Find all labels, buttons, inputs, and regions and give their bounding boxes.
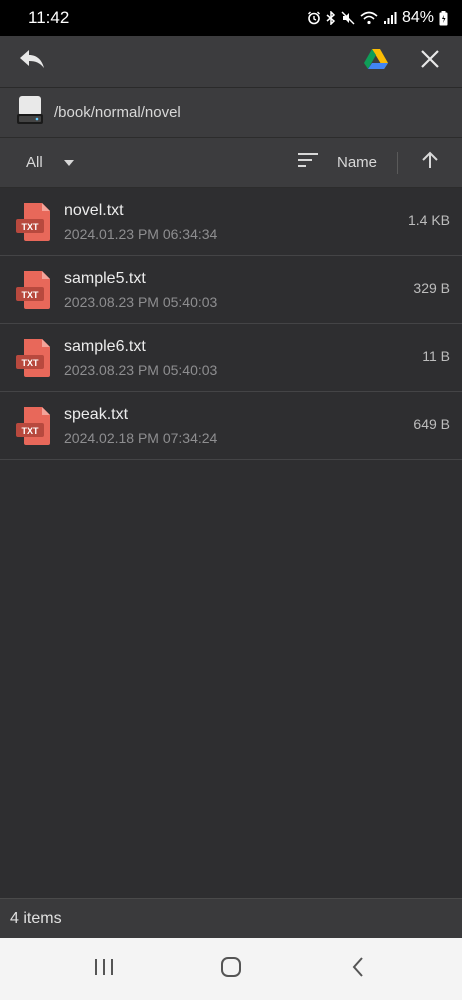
txt-file-icon: TXT — [15, 202, 53, 242]
toolbar-right — [358, 44, 448, 80]
back-nav-button[interactable] — [328, 944, 388, 994]
home-button[interactable] — [201, 944, 261, 994]
txt-file-icon: TXT — [15, 270, 53, 310]
path-bar: /book/normal/novel — [0, 88, 462, 138]
sort-direction-button[interactable] — [398, 138, 462, 187]
file-name: sample6.txt — [64, 337, 146, 355]
system-nav-bar — [0, 938, 462, 1000]
svg-text:TXT: TXT — [22, 290, 40, 300]
storage-drive-icon — [16, 95, 44, 130]
status-time: 11:42 — [28, 8, 70, 27]
status-icons: 84% — [307, 9, 448, 27]
filter-label: All — [26, 154, 43, 171]
recent-apps-icon — [93, 957, 115, 982]
toolbar — [0, 36, 462, 88]
filter-dropdown[interactable]: All — [26, 154, 75, 171]
file-row[interactable]: TXT novel.txt 2024.01.23 PM 06:34:34 1.4… — [0, 188, 462, 256]
item-count-footer: 4 items — [0, 898, 462, 938]
arrow-up-icon — [421, 151, 439, 174]
home-icon — [220, 956, 242, 983]
mute-icon — [341, 11, 355, 25]
txt-file-icon: TXT — [15, 338, 53, 378]
sort-bar: All Name — [0, 138, 462, 188]
google-drive-icon — [363, 48, 389, 75]
file-row[interactable]: TXT sample5.txt 2023.08.23 PM 05:40:03 3… — [0, 256, 462, 324]
google-drive-button[interactable] — [358, 44, 394, 80]
file-row[interactable]: TXT speak.txt 2024.02.18 PM 07:34:24 649… — [0, 392, 462, 460]
file-row[interactable]: TXT sample6.txt 2023.08.23 PM 05:40:03 1… — [0, 324, 462, 392]
battery-icon — [439, 10, 448, 26]
sort-by-label[interactable]: Name — [337, 154, 377, 171]
sort-lines-icon[interactable] — [297, 152, 319, 173]
file-date: 2023.08.23 PM 05:40:03 — [64, 293, 218, 310]
file-size: 329 B — [413, 280, 450, 296]
file-size: 1.4 KB — [407, 212, 450, 228]
svg-text:TXT: TXT — [22, 358, 40, 368]
file-date: 2024.01.23 PM 06:34:34 — [64, 225, 218, 242]
recent-apps-button[interactable] — [74, 944, 134, 994]
file-name: novel.txt — [64, 201, 124, 219]
signal-icon — [383, 11, 397, 25]
file-size: 11 B — [422, 348, 450, 364]
svg-text:TXT: TXT — [22, 426, 40, 436]
alarm-icon — [307, 11, 321, 25]
caret-down-icon — [63, 154, 75, 171]
file-list: TXT novel.txt 2024.01.23 PM 06:34:34 1.4… — [0, 188, 462, 460]
file-date: 2023.08.23 PM 05:40:03 — [64, 361, 218, 378]
file-size: 649 B — [413, 416, 450, 432]
file-date: 2024.02.18 PM 07:34:24 — [64, 429, 218, 446]
back-button[interactable] — [14, 44, 50, 80]
close-icon — [420, 49, 440, 74]
file-name: speak.txt — [64, 405, 129, 423]
close-button[interactable] — [412, 44, 448, 80]
bluetooth-icon — [326, 11, 336, 25]
status-bar: 11:42 84% — [0, 0, 462, 36]
chevron-left-icon — [351, 956, 365, 983]
reply-arrow-icon — [19, 49, 45, 74]
wifi-icon — [360, 11, 378, 25]
current-path[interactable]: /book/normal/novel — [54, 104, 181, 121]
battery-percent: 84% — [401, 9, 434, 26]
file-name: sample5.txt — [64, 269, 146, 287]
txt-file-icon: TXT — [15, 406, 53, 446]
sort-controls: Name — [297, 138, 462, 187]
svg-text:TXT: TXT — [22, 222, 40, 232]
item-count: 4 items — [10, 909, 62, 927]
